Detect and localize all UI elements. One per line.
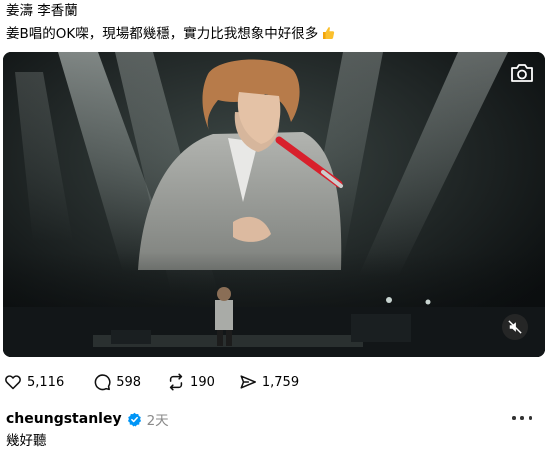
repost-button[interactable]: 190 [167,373,215,391]
repost-count: 190 [190,374,215,390]
reply-header: cheungstanley 2天 [6,409,169,429]
share-icon [240,375,256,389]
heart-icon [5,375,21,390]
reply-timestamp: 2天 [146,413,169,429]
post-action-bar: 5,116 598 190 1,759 [4,372,299,392]
comment-icon [94,374,111,391]
camera-icon[interactable] [509,62,535,84]
like-count: 5,116 [27,374,65,390]
mute-button[interactable] [502,314,528,340]
concert-video-frame [3,52,545,357]
video-player[interactable] [3,52,545,357]
comment-button[interactable]: 598 [93,373,141,391]
repost-icon [169,373,183,391]
post-caption-body: 姜B唱的OK㗎，現場都幾穩，實力比我想象中好很多 [6,25,335,43]
post-caption-title: 姜濤 李香蘭 [6,3,78,19]
post-caption-text: 姜B唱的OK㗎，現場都幾穩，實力比我想象中好很多 [6,26,319,42]
like-button[interactable]: 5,116 [4,373,64,391]
share-count: 1,759 [261,374,300,390]
reply-text: 幾好聽 [6,433,47,449]
thumbs-up-emoji-icon [323,27,335,39]
reply-username[interactable]: cheungstanley [6,411,122,427]
speaker-muted-icon [508,320,522,334]
verified-badge-icon [127,412,141,426]
more-options-icon[interactable] [512,411,532,425]
share-button[interactable]: 1,759 [239,373,299,391]
comment-count: 598 [116,374,142,390]
